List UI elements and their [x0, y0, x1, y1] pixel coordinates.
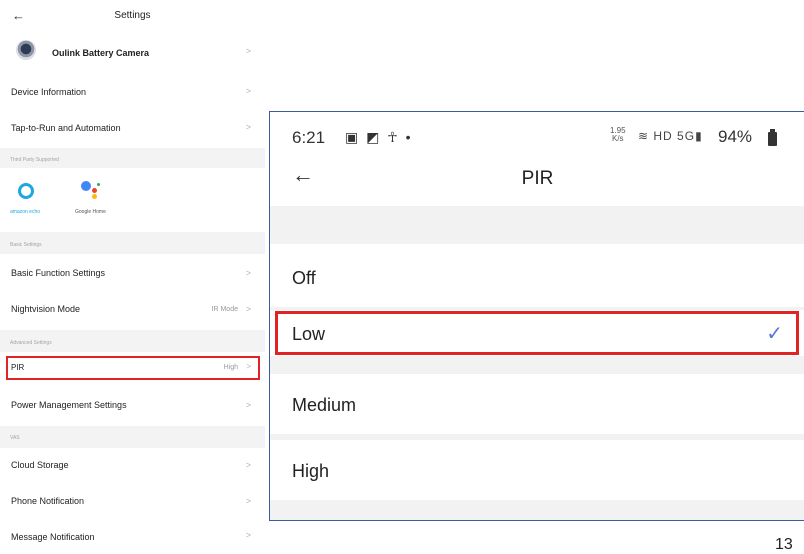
- google-dot-yellow-icon: [92, 194, 97, 199]
- google-home-label: Google Home: [75, 209, 106, 215]
- option-label: Off: [292, 268, 316, 288]
- pir-highlight-box: [6, 356, 260, 380]
- cloud-storage-row[interactable]: Cloud Storage >: [0, 450, 265, 482]
- divider: [270, 356, 804, 374]
- row-label: Phone Notification: [11, 496, 85, 506]
- option-high[interactable]: High: [270, 440, 804, 500]
- battery-icon: [768, 129, 777, 146]
- chevron-right-icon: >: [245, 460, 251, 470]
- notification-icons: ▣ ◩ ☥ •: [345, 129, 413, 145]
- device-information-row[interactable]: Device Information >: [0, 76, 265, 108]
- row-value: IR Mode: [211, 306, 238, 313]
- camera-row[interactable]: Oulink Battery Camera >: [0, 36, 265, 70]
- third-party-section-header: Third Party Supported: [0, 148, 265, 168]
- camera-icon: [16, 40, 36, 60]
- message-notification-row[interactable]: Message Notification >: [0, 522, 265, 552]
- basic-function-settings-row[interactable]: Basic Function Settings >: [0, 258, 265, 290]
- power-management-row[interactable]: Power Management Settings >: [0, 390, 265, 422]
- option-medium[interactable]: Medium: [270, 374, 804, 434]
- google-dot-green-icon: [97, 183, 100, 186]
- tap-to-run-row[interactable]: Tap-to-Run and Automation >: [0, 112, 265, 144]
- third-party-logos-row: [0, 168, 265, 232]
- option-label: High: [292, 461, 330, 481]
- status-bar: 6:21 ▣ ◩ ☥ • 1.95 K/s ≋ HD 5G▮ 94%: [270, 112, 804, 152]
- row-label: Message Notification: [11, 532, 95, 542]
- speed-unit: K/s: [612, 134, 624, 143]
- page-number: 13: [775, 536, 793, 553]
- section-label: Advanced Settings: [10, 340, 52, 346]
- settings-header: ← Settings: [0, 0, 265, 36]
- page-title: PIR: [521, 168, 554, 189]
- phone-notification-row[interactable]: Phone Notification >: [0, 486, 265, 518]
- battery-percent: 94%: [718, 127, 753, 146]
- chevron-right-icon: >: [245, 530, 251, 540]
- row-label: Nightvision Mode: [11, 304, 81, 314]
- basic-settings-section-header: Basic Settings: [0, 232, 265, 254]
- pir-screen: 6:21 ▣ ◩ ☥ • 1.95 K/s ≋ HD 5G▮ 94% ← PIR…: [269, 111, 804, 521]
- section-label: VAS: [10, 435, 20, 441]
- row-label: Cloud Storage: [11, 460, 69, 470]
- row-label: Power Management Settings: [11, 400, 127, 410]
- camera-name: Oulink Battery Camera: [52, 48, 150, 58]
- nightvision-mode-row[interactable]: Nightvision Mode IR Mode >: [0, 294, 265, 326]
- section-label: Basic Settings: [10, 242, 42, 248]
- chevron-right-icon: >: [245, 496, 251, 506]
- section-label: Third Party Supported: [10, 157, 59, 163]
- section-gap: [270, 206, 804, 244]
- low-highlight-box: [275, 311, 799, 355]
- amazon-echo-icon[interactable]: [18, 183, 34, 199]
- option-off[interactable]: Off: [270, 247, 804, 307]
- bottom-gap: [270, 500, 804, 520]
- advanced-settings-section-header: Advanced Settings: [0, 330, 265, 352]
- chevron-right-icon: >: [245, 86, 251, 96]
- chevron-right-icon: >: [245, 400, 251, 410]
- google-home-icon[interactable]: [81, 181, 91, 191]
- chevron-right-icon: >: [245, 46, 251, 56]
- row-label: Device Information: [11, 87, 87, 97]
- chevron-right-icon: >: [245, 122, 251, 132]
- network-speed: 1.95 K/s: [610, 127, 626, 143]
- row-label: Tap-to-Run and Automation: [11, 123, 121, 133]
- chevron-right-icon: >: [245, 268, 251, 278]
- row-label: Basic Function Settings: [11, 268, 106, 278]
- chevron-right-icon: >: [245, 304, 251, 314]
- signal-icons: ≋ HD 5G▮: [638, 129, 703, 143]
- option-label: Medium: [292, 395, 357, 415]
- google-dot-red-icon: [92, 188, 97, 193]
- page-title: Settings: [114, 10, 151, 21]
- status-time: 6:21: [292, 128, 326, 147]
- vas-section-header: VAS: [0, 426, 265, 448]
- settings-screen: ← Settings Oulink Battery Camera > Devic…: [0, 0, 265, 552]
- amazon-echo-label: amazon echo: [10, 209, 41, 215]
